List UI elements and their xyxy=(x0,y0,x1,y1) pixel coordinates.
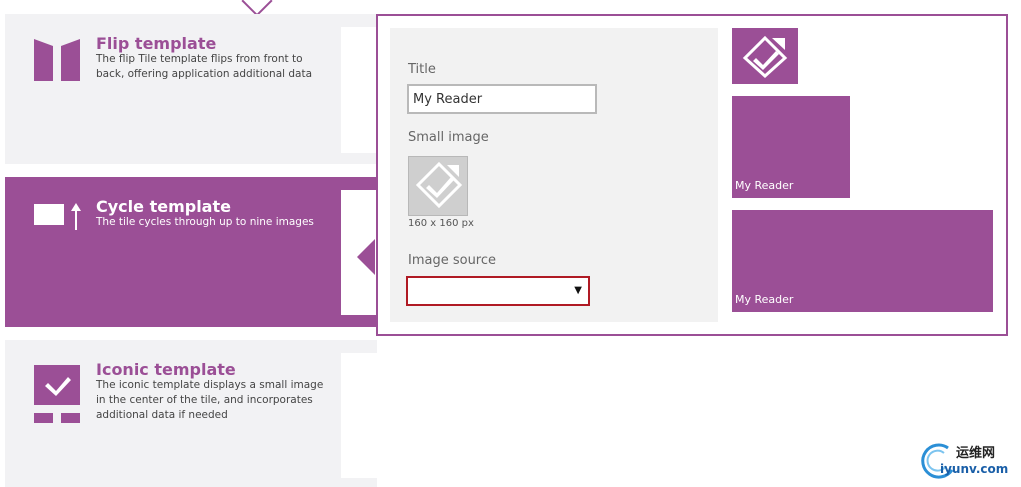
template-card-iconic[interactable]: Iconic template The iconic template disp… xyxy=(5,340,377,487)
title-label: Title xyxy=(408,62,436,77)
image-source-select[interactable]: ▼ xyxy=(406,276,590,306)
iconic-template-icon xyxy=(34,365,80,423)
selection-pointer xyxy=(357,239,375,275)
small-image-label: Small image xyxy=(408,130,489,145)
template-description: The flip Tile template flips from front … xyxy=(96,53,313,80)
card-side-panel xyxy=(341,27,377,153)
template-title: Cycle template xyxy=(96,197,231,216)
small-image-size-hint: 160 x 160 px xyxy=(408,218,474,229)
template-title: Flip template xyxy=(96,34,217,53)
tile-editor-panel: Title Small image 160 x 160 px Image sou… xyxy=(376,14,1008,336)
tile-check-icon xyxy=(742,35,788,78)
small-image-picker[interactable] xyxy=(408,156,468,216)
tile-check-icon xyxy=(415,161,463,209)
site-watermark: 运维网 iyunv.com xyxy=(918,440,1018,480)
watermark-text-en: iyunv.com xyxy=(940,462,1009,476)
image-source-label: Image source xyxy=(408,253,497,268)
template-description: The iconic template displays a small ima… xyxy=(96,379,324,421)
tile-label: My Reader xyxy=(735,179,794,192)
tile-label: My Reader xyxy=(735,293,794,306)
dropdown-arrow-icon: ▼ xyxy=(574,285,582,296)
template-card-cycle[interactable]: Cycle template The tile cycles through u… xyxy=(5,177,377,327)
template-card-flip[interactable]: Flip template The flip Tile template fli… xyxy=(5,14,377,164)
tile-preview-wide: My Reader xyxy=(732,210,993,312)
tile-properties-form: Title Small image 160 x 160 px Image sou… xyxy=(390,28,718,322)
cycle-template-icon xyxy=(34,203,81,230)
tile-preview-medium: My Reader xyxy=(732,96,850,198)
flip-template-icon xyxy=(34,39,80,81)
card-side-panel xyxy=(341,353,377,478)
watermark-text-cn: 运维网 xyxy=(956,446,996,461)
template-description: The tile cycles through up to nine image… xyxy=(96,216,314,228)
template-title: Iconic template xyxy=(96,360,236,379)
title-input[interactable] xyxy=(407,84,597,114)
tile-preview-small xyxy=(732,28,798,84)
